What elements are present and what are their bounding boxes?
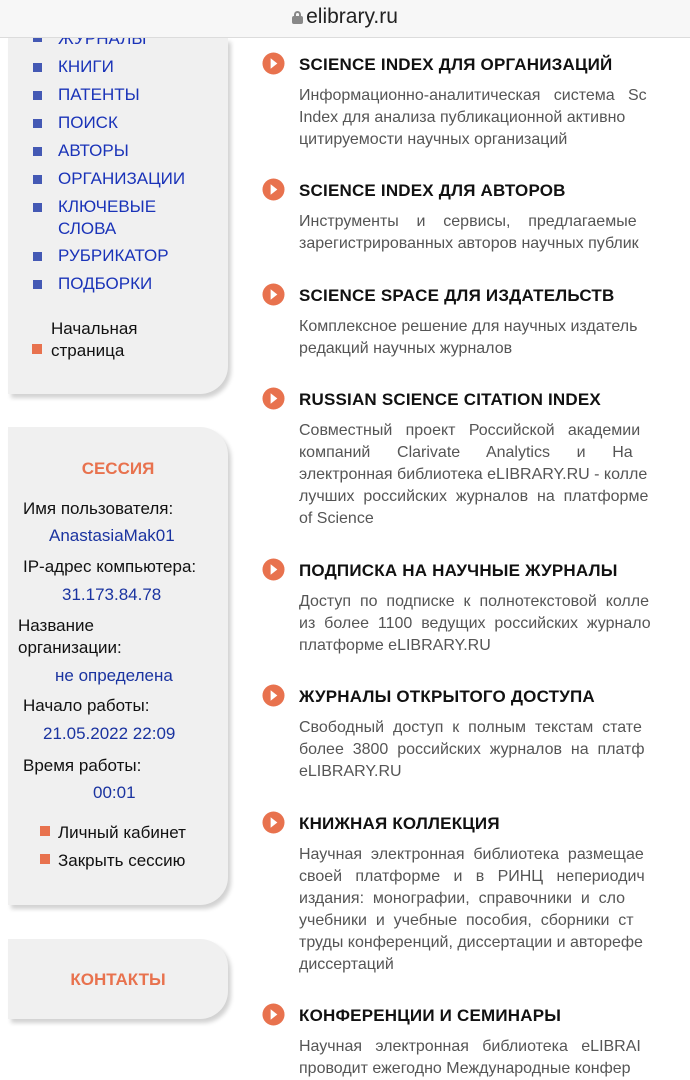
play-arrow-icon bbox=[262, 558, 285, 581]
menu-item-authors[interactable]: АВТОРЫ bbox=[58, 140, 129, 162]
item-title[interactable]: SCIENCE INDEX ДЛЯ ОРГАНИЗАЦИЙ bbox=[299, 55, 612, 75]
item-title[interactable]: SCIENCE INDEX ДЛЯ АВТОРОВ bbox=[299, 181, 566, 201]
item-description: Доступ по подписке к полнотекстовой колл… bbox=[299, 593, 651, 654]
menu-item-rubricator[interactable]: РУБРИКАТОР bbox=[58, 245, 169, 267]
duration-label: Время работы: bbox=[23, 756, 142, 775]
item-title[interactable]: SCIENCE SPACE ДЛЯ ИЗДАТЕЛЬСТВ bbox=[299, 286, 614, 306]
duration-value: 00:01 bbox=[93, 783, 136, 802]
username-label: Имя пользователя: bbox=[23, 499, 174, 518]
start-time-label: Начало работы: bbox=[23, 696, 150, 715]
bullet-icon bbox=[33, 175, 42, 184]
menu-item-keywords[interactable]: КЛЮЧЕВЫЕ СЛОВА bbox=[58, 196, 156, 240]
personal-cabinet-link[interactable]: Личный кабинет bbox=[58, 822, 186, 844]
session-panel: СЕССИЯ Имя пользователя: AnastasiaMak01 … bbox=[8, 427, 228, 905]
item-description: Инструменты и сервисы, предлагаемые заре… bbox=[299, 213, 639, 252]
item-title[interactable]: ПОДПИСКА НА НАУЧНЫЕ ЖУРНАЛЫ bbox=[299, 561, 618, 581]
item-description: Совместный проект Российской академии ко… bbox=[299, 422, 649, 527]
start-time-value: 21.05.2022 22:09 bbox=[43, 724, 176, 743]
ip-value: 31.173.84.78 bbox=[62, 585, 162, 604]
play-arrow-icon bbox=[262, 1003, 285, 1026]
item-description: Комплексное решение для научных издатель… bbox=[299, 318, 638, 357]
url-text[interactable]: elibrary.ru bbox=[0, 5, 690, 29]
contacts-title[interactable]: КОНТАКТЫ bbox=[8, 970, 228, 990]
play-arrow-icon bbox=[262, 52, 285, 75]
play-arrow-icon bbox=[262, 684, 285, 707]
bullet-icon bbox=[33, 280, 42, 289]
play-arrow-icon bbox=[262, 178, 285, 201]
item-title[interactable]: ЖУРНАЛЫ ОТКРЫТОГО ДОСТУПА bbox=[299, 687, 595, 707]
item-description: Информационно-аналитическая система Sc I… bbox=[299, 87, 647, 148]
bullet-icon bbox=[40, 854, 50, 864]
organization-label: Название организации: bbox=[18, 616, 122, 657]
ip-label: IP-адрес компьютера: bbox=[23, 557, 197, 576]
item-title[interactable]: RUSSIAN SCIENCE CITATION INDEX bbox=[299, 390, 601, 410]
menu-item-books[interactable]: КНИГИ bbox=[58, 56, 114, 78]
bullet-icon bbox=[33, 119, 42, 128]
bullet-icon bbox=[33, 63, 42, 72]
play-arrow-icon bbox=[262, 811, 285, 834]
item-description: Свободный доступ к полным текстам стате … bbox=[299, 719, 645, 780]
nav-menu-panel: ЖУРНАЛЫ КНИГИ ПАТЕНТЫ ПОИСК АВТОРЫ ОРГАН… bbox=[8, 38, 228, 394]
menu-item-search[interactable]: ПОИСК bbox=[58, 112, 118, 134]
bullet-icon bbox=[33, 147, 42, 156]
play-arrow-icon bbox=[262, 387, 285, 410]
bullet-icon bbox=[33, 91, 42, 100]
play-arrow-icon bbox=[262, 283, 285, 306]
bullet-icon bbox=[33, 203, 42, 212]
url-domain: elibrary.ru bbox=[306, 5, 398, 28]
close-session-link[interactable]: Закрыть сессию bbox=[58, 850, 185, 872]
bullet-icon bbox=[33, 252, 42, 261]
item-description: Научная электронная библиотека eLIBRAI п… bbox=[299, 1038, 641, 1077]
organization-value: не определена bbox=[55, 666, 173, 685]
menu-item-patents[interactable]: ПАТЕНТЫ bbox=[58, 84, 140, 106]
item-description: Научная электронная библиотека размещае … bbox=[299, 846, 645, 973]
bullet-icon bbox=[40, 826, 50, 836]
item-title[interactable]: КОНФЕРЕНЦИИ И СЕМИНАРЫ bbox=[299, 1006, 561, 1026]
menu-item-collections[interactable]: ПОДБОРКИ bbox=[58, 273, 152, 295]
menu-item-organizations[interactable]: ОРГАНИЗАЦИИ bbox=[58, 168, 185, 190]
lock-icon bbox=[292, 11, 304, 24]
bullet-icon bbox=[32, 344, 42, 354]
session-title: СЕССИЯ bbox=[81, 459, 155, 478]
menu-item-journals[interactable]: ЖУРНАЛЫ bbox=[58, 38, 146, 50]
url-bar[interactable]: elibrary.ru bbox=[0, 0, 690, 38]
contacts-panel: КОНТАКТЫ bbox=[8, 939, 228, 1019]
page-viewport: ЖУРНАЛЫ КНИГИ ПАТЕНТЫ ПОИСК АВТОРЫ ОРГАН… bbox=[0, 38, 690, 1080]
username-value: AnastasiaMak01 bbox=[49, 526, 175, 545]
home-page-link[interactable]: Начальная страница bbox=[51, 318, 138, 362]
item-title[interactable]: КНИЖНАЯ КОЛЛЕКЦИЯ bbox=[299, 814, 500, 834]
bullet-icon bbox=[33, 38, 42, 42]
